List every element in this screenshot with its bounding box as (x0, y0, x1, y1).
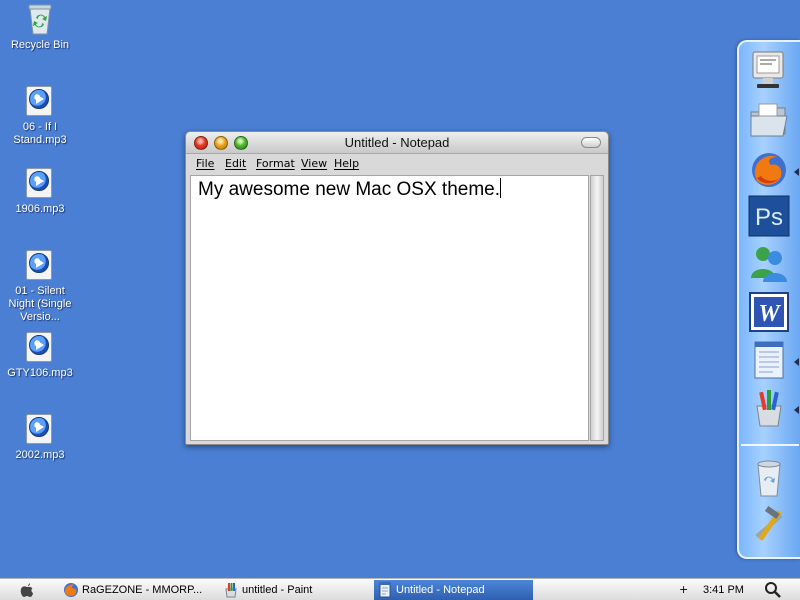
desktop-icon-label: 06 - If I Stand.mp3 (13, 121, 67, 146)
notepad-window[interactable]: Untitled - Notepad File Edit Format View… (185, 131, 609, 445)
folder-icon[interactable] (747, 98, 791, 142)
taskbar: RaGEZONE - MMORP... untitled - Paint Unt… (0, 578, 800, 600)
vertical-scrollbar[interactable] (590, 175, 604, 441)
monitor-icon[interactable] (747, 48, 791, 92)
word-icon[interactable]: W (747, 290, 791, 334)
dock-separator (741, 444, 799, 446)
word-label: W (758, 301, 781, 327)
desktop-icon-mp3[interactable]: 06 - If I Stand.mp3 (0, 84, 80, 147)
mp3-file-icon (23, 330, 57, 364)
desktop-icon-label: GTY106.mp3 (7, 367, 73, 379)
desktop-icon-recycle-bin[interactable]: Recycle Bin (0, 2, 80, 52)
menu-file[interactable]: File (196, 157, 214, 170)
dock-running-indicator (794, 168, 799, 176)
photoshop-label: Ps (755, 204, 783, 231)
editor-text: My awesome new Mac OSX theme. (198, 179, 500, 200)
desktop: Recycle Bin 06 - If I Stand.mp3 1906.mp3… (0, 0, 800, 578)
mp3-file-icon (23, 412, 57, 446)
task-label: untitled - Paint (242, 584, 313, 596)
notepad-icon[interactable] (747, 338, 791, 382)
tray-expand-button[interactable]: + (679, 580, 688, 600)
desktop-icon-label: 01 - Silent Night (Single Versio... (8, 285, 72, 323)
dock-running-indicator (794, 406, 799, 414)
menu-view[interactable]: View (301, 157, 327, 170)
photoshop-icon[interactable]: Ps (747, 194, 791, 238)
text-caret (500, 178, 501, 198)
magnifier-icon[interactable] (764, 581, 782, 599)
menu-format[interactable]: Format (256, 157, 295, 170)
menu-bar: File Edit Format View Help (186, 154, 608, 174)
desktop-icon-mp3[interactable]: 1906.mp3 (0, 166, 80, 216)
paint-icon (223, 582, 239, 598)
desktop-icon-label: Recycle Bin (10, 39, 70, 51)
messenger-icon[interactable] (747, 242, 791, 286)
desktop-icon-mp3[interactable]: 01 - Silent Night (Single Versio... (0, 248, 80, 324)
window-title: Untitled - Notepad (344, 135, 450, 150)
apple-icon[interactable] (18, 581, 36, 599)
window-titlebar[interactable]: Untitled - Notepad (186, 132, 608, 154)
mp3-file-icon (23, 248, 57, 282)
taskbar-button-notepad[interactable]: Untitled - Notepad (374, 580, 533, 600)
desktop-icon-label: 2002.mp3 (15, 449, 65, 461)
notepad-icon (377, 582, 393, 598)
text-editor[interactable]: My awesome new Mac OSX theme. (190, 175, 589, 441)
taskbar-button-paint[interactable]: untitled - Paint (220, 580, 370, 600)
mp3-file-icon (23, 166, 57, 200)
trash-icon[interactable] (747, 456, 791, 500)
tools-icon[interactable] (747, 504, 791, 548)
menu-help[interactable]: Help (334, 157, 359, 170)
dock: Ps W (737, 40, 800, 559)
paint-icon[interactable] (747, 386, 791, 430)
mp3-file-icon (23, 84, 57, 118)
clock: 3:41 PM (703, 584, 744, 596)
firefox-icon[interactable] (747, 148, 791, 192)
desktop-icon-mp3[interactable]: 2002.mp3 (0, 412, 80, 462)
desktop-icon-label: 1906.mp3 (15, 203, 65, 215)
toolbar-toggle-button[interactable] (581, 137, 601, 148)
firefox-icon (63, 582, 79, 598)
task-label: Untitled - Notepad (396, 584, 485, 596)
recycle-bin-icon (23, 2, 57, 36)
dock-running-indicator (794, 358, 799, 366)
desktop-icon-mp3[interactable]: GTY106.mp3 (0, 330, 80, 380)
taskbar-button-firefox[interactable]: RaGEZONE - MMORP... (60, 580, 210, 600)
menu-edit[interactable]: Edit (225, 157, 246, 170)
task-label: RaGEZONE - MMORP... (82, 584, 203, 596)
